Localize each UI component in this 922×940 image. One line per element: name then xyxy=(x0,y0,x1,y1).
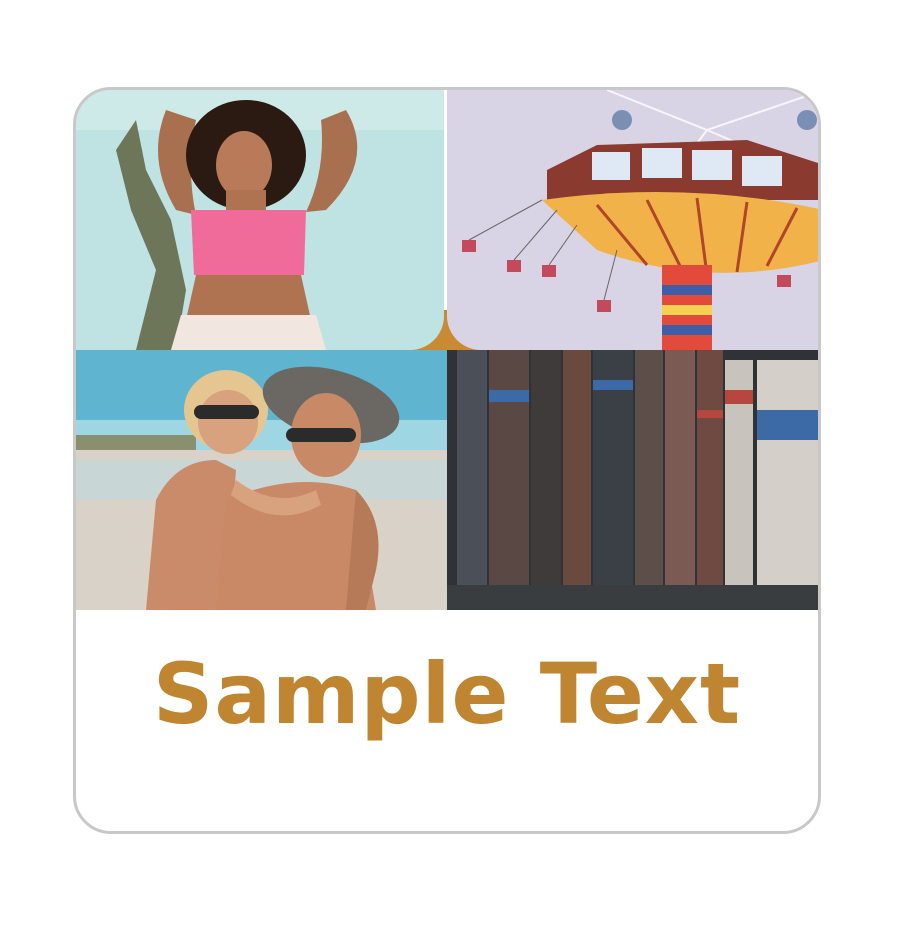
caption-area: Sample Text xyxy=(76,610,818,831)
caption-text: Sample Text xyxy=(152,645,742,743)
photo-couple-beach xyxy=(76,350,447,610)
photo-woman-pink-top xyxy=(76,90,444,350)
photo-swing-carousel xyxy=(447,90,818,350)
photo-antique-books xyxy=(447,350,818,610)
collage-card: Sample Text xyxy=(73,87,821,834)
